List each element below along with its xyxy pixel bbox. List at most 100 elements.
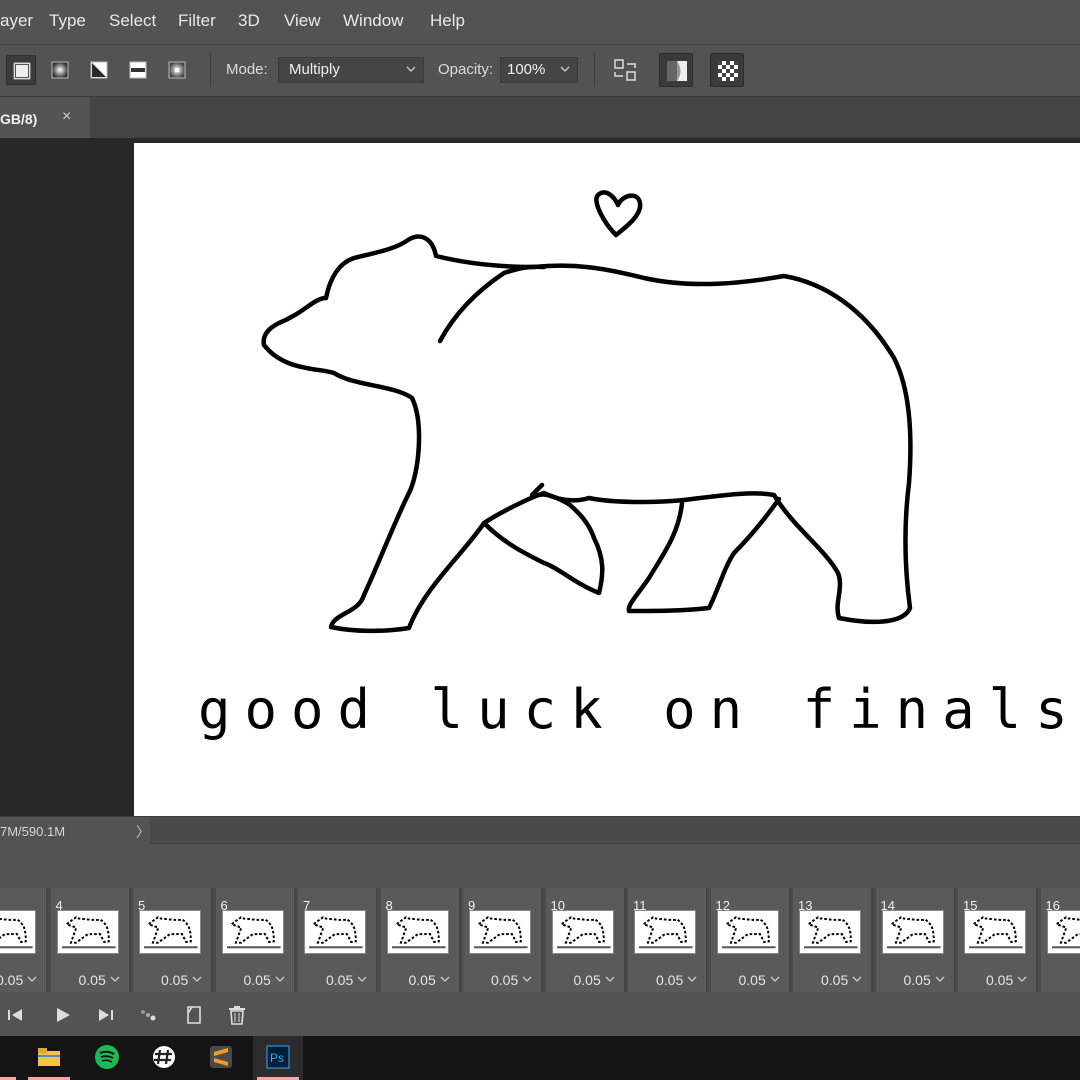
play-icon[interactable] [52, 1004, 74, 1026]
delete-frame-icon[interactable] [226, 1004, 248, 1026]
frame-delay-value: 0.05 [656, 972, 684, 988]
frame-thumbnail [634, 910, 696, 954]
chevron-down-icon [192, 976, 202, 982]
animation-frame[interactable]: 0.05 [0, 888, 48, 992]
status-panel: 7M/590.1M 〉 [0, 817, 150, 845]
chevron-down-icon [1017, 976, 1027, 982]
mode-dropdown[interactable]: Multiply [278, 57, 424, 83]
frame-thumbnail [56, 910, 119, 954]
frame-thumbnail [0, 910, 36, 954]
animation-frame[interactable]: 14 0.05 [875, 888, 956, 992]
previous-frame-icon[interactable] [6, 1004, 28, 1026]
canvas-caption: good luck on finals! [198, 678, 1080, 741]
animation-frame[interactable]: 16 [1040, 888, 1080, 992]
animation-frame[interactable]: 10 0.05 [545, 888, 626, 992]
angle-gradient-icon[interactable] [84, 55, 114, 85]
menu-3d[interactable]: 3D [238, 11, 260, 31]
bear-drawing: good luck on finals! [198, 190, 1080, 741]
chevron-down-icon [110, 976, 120, 982]
close-icon[interactable]: × [62, 108, 71, 126]
photoshop-icon[interactable]: Ps [253, 1036, 303, 1080]
frame-delay[interactable]: 0.05 [574, 972, 616, 988]
diamond-gradient-icon[interactable] [162, 55, 192, 85]
chevron-down-icon [852, 976, 862, 982]
linear-gradient-icon[interactable] [6, 55, 36, 85]
animation-frame[interactable]: 11 0.05 [628, 888, 708, 992]
frame-thumbnail [881, 910, 944, 954]
status-bar: 7M/590.1M 〉 [0, 816, 1080, 845]
document-canvas[interactable]: good luck on finals! [134, 143, 1080, 816]
animation-frame[interactable]: 4 0.05 [50, 888, 131, 992]
chevron-down-icon [687, 976, 697, 982]
duplicate-frame-icon[interactable] [183, 1004, 205, 1026]
frame-delay-value: 0.05 [408, 972, 436, 988]
frame-delay[interactable]: 0.05 [161, 972, 203, 988]
frame-thumbnail [221, 910, 284, 954]
radial-gradient-icon[interactable] [45, 55, 75, 85]
status-expand-arrow[interactable]: 〉 [136, 822, 150, 842]
frames-strip: 0.0540.0550.0560.0570.0580.0590.05100.05… [0, 888, 1080, 992]
windows-taskbar: Ps [0, 1036, 1080, 1080]
chevron-down-icon [357, 976, 367, 982]
frame-delay-value: 0.05 [491, 972, 519, 988]
chevron-down-icon [560, 66, 570, 72]
chevron-down-icon [275, 976, 285, 982]
divider [210, 53, 211, 87]
frame-delay-value: 0.05 [0, 972, 24, 988]
animation-frame[interactable]: 15 0.05 [958, 888, 1038, 992]
taskbar-app-partial[interactable] [0, 1036, 20, 1080]
opacity-field[interactable]: 100% [500, 57, 578, 83]
animation-frame[interactable]: 12 0.05 [710, 888, 791, 992]
reverse-icon[interactable] [608, 53, 642, 87]
frame-delay[interactable]: 0.05 [326, 972, 368, 988]
sublime-text-icon[interactable] [196, 1036, 246, 1080]
opacity-value: 100% [507, 61, 546, 78]
frame-delay-value: 0.05 [326, 972, 354, 988]
frame-delay[interactable]: 0.05 [244, 972, 286, 988]
slack-icon[interactable] [139, 1036, 189, 1080]
file-explorer-icon[interactable] [24, 1036, 74, 1080]
frame-delay-value: 0.05 [903, 972, 931, 988]
transparency-icon[interactable] [710, 53, 744, 87]
frame-thumbnail [1046, 910, 1080, 954]
frame-delay-value: 0.05 [986, 972, 1014, 988]
frame-delay[interactable]: 0.05 [79, 972, 121, 988]
menu-view[interactable]: View [284, 11, 321, 31]
frame-thumbnail [139, 910, 201, 954]
menu-select[interactable]: Select [109, 11, 156, 31]
options-bar: Mode: Multiply Opacity: 100% [0, 44, 1080, 96]
frame-delay-value: 0.05 [738, 972, 766, 988]
dither-icon[interactable] [659, 53, 693, 87]
canvas-workspace: good luck on finals! [0, 138, 1080, 816]
frame-delay[interactable]: 0.05 [409, 972, 451, 988]
animation-frame[interactable]: 9 0.05 [463, 888, 543, 992]
animation-frame[interactable]: 7 0.05 [298, 888, 378, 992]
frame-delay[interactable]: 0.05 [904, 972, 946, 988]
frame-delay[interactable]: 0.05 [0, 972, 38, 988]
frame-delay[interactable]: 0.05 [491, 972, 533, 988]
next-frame-icon[interactable] [94, 1004, 116, 1026]
frame-delay-value: 0.05 [573, 972, 601, 988]
spotify-icon[interactable] [82, 1036, 132, 1080]
document-tab[interactable]: GB/8) × [0, 97, 90, 139]
menu-type[interactable]: Type [49, 11, 86, 31]
divider [594, 53, 595, 87]
frame-thumbnail [386, 910, 449, 954]
menu-filter[interactable]: Filter [178, 11, 216, 31]
tween-icon[interactable] [138, 1004, 160, 1026]
reflected-gradient-icon[interactable] [123, 55, 153, 85]
animation-frame[interactable]: 8 0.05 [380, 888, 461, 992]
menu-help[interactable]: Help [430, 11, 465, 31]
animation-frame[interactable]: 5 0.05 [133, 888, 213, 992]
frame-delay[interactable]: 0.05 [739, 972, 781, 988]
animation-frame[interactable]: 13 0.05 [793, 888, 873, 992]
frame-thumbnail [716, 910, 779, 954]
frame-delay[interactable]: 0.05 [821, 972, 863, 988]
mode-label: Mode: [226, 61, 268, 78]
menu-layer[interactable]: ayer [0, 11, 33, 31]
frame-delay[interactable]: 0.05 [986, 972, 1028, 988]
chevron-down-icon [770, 976, 780, 982]
animation-frame[interactable]: 6 0.05 [215, 888, 296, 992]
frame-delay[interactable]: 0.05 [656, 972, 698, 988]
menu-window[interactable]: Window [343, 11, 403, 31]
